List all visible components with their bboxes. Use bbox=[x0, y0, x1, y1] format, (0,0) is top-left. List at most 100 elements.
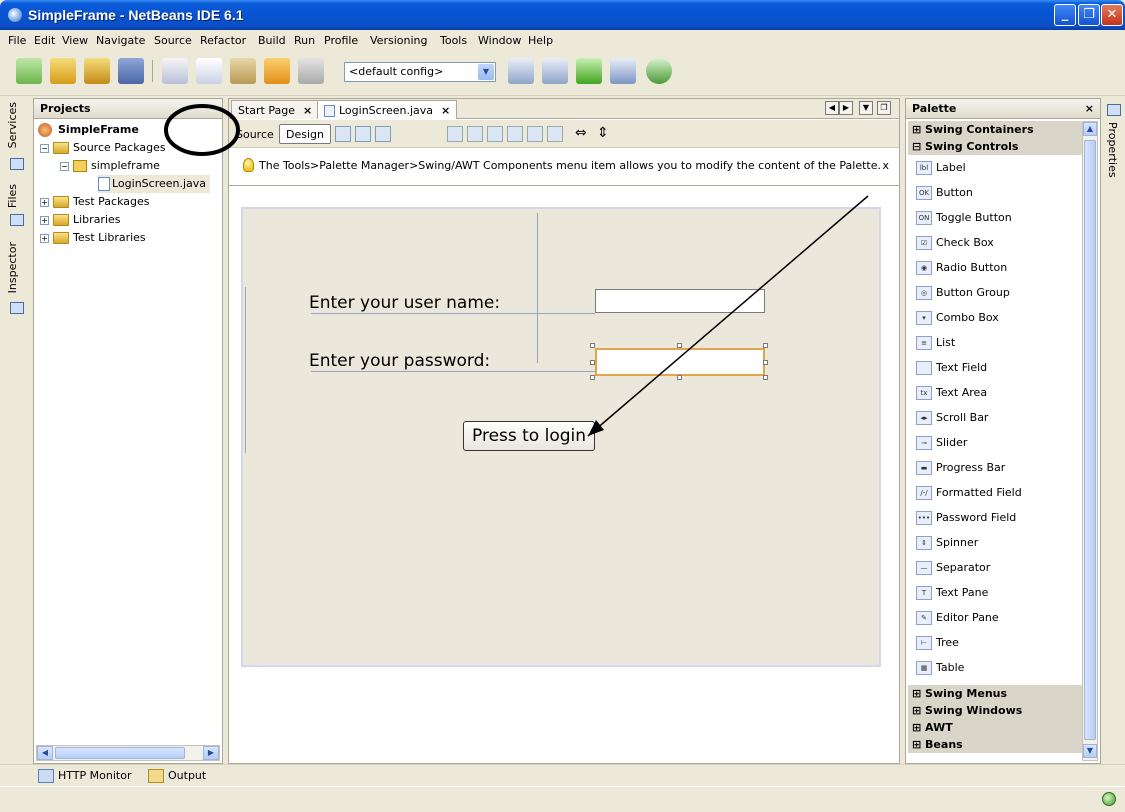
collapse-icon[interactable]: − bbox=[40, 143, 49, 153]
preview-design-icon[interactable] bbox=[375, 126, 391, 142]
source-view-button[interactable]: Source bbox=[229, 124, 281, 144]
tab-loginscreen[interactable]: LoginScreen.java × bbox=[317, 100, 458, 119]
scroll-left-icon[interactable]: ◀ bbox=[37, 746, 53, 760]
jframe-form[interactable]: Enter your user name: Enter your passwor… bbox=[241, 207, 881, 667]
align-right-icon[interactable] bbox=[467, 126, 483, 142]
resize-handle[interactable] bbox=[590, 375, 595, 380]
selection-mode-icon[interactable] bbox=[335, 126, 351, 142]
menu-help[interactable]: Help bbox=[528, 34, 553, 47]
new-file-icon[interactable] bbox=[16, 58, 42, 84]
profile-icon[interactable] bbox=[646, 58, 672, 84]
username-text-field[interactable] bbox=[595, 289, 765, 313]
scroll-right-icon[interactable]: ▶ bbox=[203, 746, 219, 760]
tree-file-loginscreen[interactable]: LoginScreen.java bbox=[98, 175, 211, 193]
open-project-icon[interactable] bbox=[84, 58, 110, 84]
tree-test-libraries[interactable]: + Test Libraries bbox=[40, 229, 146, 247]
palette-item-list[interactable]: ≡ List bbox=[916, 332, 955, 354]
restore-button[interactable]: ❐ bbox=[1078, 4, 1100, 26]
scroll-up-icon[interactable]: ▲ bbox=[1083, 122, 1097, 136]
tree-source-packages[interactable]: − Source Packages bbox=[40, 139, 166, 157]
chevron-down-icon[interactable]: ▼ bbox=[478, 64, 494, 80]
tree-test-packages[interactable]: + Test Packages bbox=[40, 193, 149, 211]
menu-navigate[interactable]: Navigate bbox=[96, 34, 145, 47]
login-button[interactable]: Press to login bbox=[463, 421, 596, 451]
palette-item-button-group[interactable]: ◎ Button Group bbox=[916, 282, 1010, 304]
scroll-down-icon[interactable]: ▼ bbox=[1083, 744, 1097, 758]
center-horizontally-icon[interactable] bbox=[487, 126, 503, 142]
clean-build-icon[interactable] bbox=[542, 58, 568, 84]
update-status-icon[interactable] bbox=[1102, 792, 1116, 806]
close-tab-icon[interactable]: × bbox=[303, 104, 312, 117]
resize-horizontal-icon[interactable]: ⇔ bbox=[575, 126, 591, 142]
palette-item-radio-button[interactable]: ◉ Radio Button bbox=[916, 257, 1007, 279]
design-view-button[interactable]: Design bbox=[279, 124, 331, 144]
palette-category-swing-containers[interactable]: ⊞ Swing Containers bbox=[908, 121, 1082, 138]
palette-item-spinner[interactable]: ⇕ Spinner bbox=[916, 532, 978, 554]
palette-category-swing-menus[interactable]: ⊞ Swing Menus bbox=[908, 685, 1082, 702]
center-vertically-icon[interactable] bbox=[547, 126, 563, 142]
resize-handle[interactable] bbox=[590, 343, 595, 348]
palette-category-beans[interactable]: ⊞ Beans bbox=[908, 736, 1082, 753]
horizontal-scrollbar[interactable]: ◀ ▶ bbox=[36, 745, 220, 761]
debug-icon[interactable] bbox=[610, 58, 636, 84]
palette-vertical-scrollbar[interactable]: ▲ ▼ bbox=[1082, 121, 1098, 761]
palette-item-password-field[interactable]: ••• Password Field bbox=[916, 507, 1016, 529]
palette-item-text-area[interactable]: tx Text Area bbox=[916, 382, 987, 404]
undo-icon[interactable] bbox=[264, 58, 290, 84]
palette-item-toggle-button[interactable]: ON Toggle Button bbox=[916, 207, 1012, 229]
minimize-button[interactable]: _ bbox=[1054, 4, 1076, 26]
resize-handle[interactable] bbox=[590, 360, 595, 365]
scroll-tabs-right-icon[interactable]: ▶ bbox=[839, 101, 853, 115]
tab-start-page[interactable]: Start Page × bbox=[231, 100, 320, 119]
files-tab[interactable]: Files bbox=[6, 184, 19, 208]
menu-file[interactable]: File bbox=[8, 34, 26, 47]
palette-item-editor-pane[interactable]: ✎ Editor Pane bbox=[916, 607, 999, 629]
maximize-window-icon[interactable]: ❐ bbox=[877, 101, 891, 115]
palette-category-swing-controls[interactable]: ⊟ Swing Controls bbox=[908, 138, 1082, 155]
inspector-tab[interactable]: Inspector bbox=[6, 242, 19, 293]
expand-icon[interactable]: + bbox=[40, 233, 49, 243]
close-tab-icon[interactable]: × bbox=[441, 104, 450, 117]
palette-item-table[interactable]: ▦ Table bbox=[916, 657, 964, 679]
close-button[interactable]: ✕ bbox=[1101, 4, 1123, 26]
close-hint-button[interactable]: x bbox=[882, 159, 889, 172]
palette-item-slider[interactable]: ⊸ Slider bbox=[916, 432, 967, 454]
save-all-icon[interactable] bbox=[118, 58, 144, 84]
tree-package-simpleframe[interactable]: − simpleframe bbox=[60, 157, 160, 175]
menu-refactor[interactable]: Refactor bbox=[200, 34, 246, 47]
inspector-icon[interactable] bbox=[10, 302, 24, 314]
close-palette-icon[interactable]: × bbox=[1085, 102, 1094, 115]
resize-handle[interactable] bbox=[763, 360, 768, 365]
menu-source[interactable]: Source bbox=[154, 34, 192, 47]
tree-root-simpleframe[interactable]: SimpleFrame bbox=[38, 121, 139, 139]
palette-item-check-box[interactable]: ☑ Check Box bbox=[916, 232, 994, 254]
menu-versioning[interactable]: Versioning bbox=[370, 34, 427, 47]
menu-edit[interactable]: Edit bbox=[34, 34, 55, 47]
connection-mode-icon[interactable] bbox=[355, 126, 371, 142]
paste-icon[interactable] bbox=[230, 58, 256, 84]
output-tab[interactable]: Output bbox=[148, 768, 206, 784]
palette-item-scroll-bar[interactable]: ◂▸ Scroll Bar bbox=[916, 407, 988, 429]
scroll-thumb[interactable] bbox=[1084, 140, 1096, 740]
align-bottom-icon[interactable] bbox=[527, 126, 543, 142]
resize-handle[interactable] bbox=[677, 343, 682, 348]
palette-item-separator[interactable]: — Separator bbox=[916, 557, 990, 579]
build-hammer-icon[interactable] bbox=[508, 58, 534, 84]
config-select[interactable]: <default config> ▼ bbox=[344, 62, 496, 82]
resize-vertical-icon[interactable]: ⇕ bbox=[597, 126, 613, 142]
palette-item-text-field[interactable]: Text Field bbox=[916, 357, 987, 379]
palette-item-text-pane[interactable]: T Text Pane bbox=[916, 582, 988, 604]
menu-profile[interactable]: Profile bbox=[324, 34, 358, 47]
palette-item-label[interactable]: lbl Label bbox=[916, 157, 966, 179]
palette-item-progress-bar[interactable]: ▬ Progress Bar bbox=[916, 457, 1005, 479]
palette-item-tree[interactable]: ⊢ Tree bbox=[916, 632, 959, 654]
align-left-icon[interactable] bbox=[447, 126, 463, 142]
palette-item-combo-box[interactable]: ▾ Combo Box bbox=[916, 307, 999, 329]
properties-tab[interactable]: Properties bbox=[1106, 122, 1119, 178]
new-project-icon[interactable] bbox=[50, 58, 76, 84]
password-text-field[interactable] bbox=[595, 348, 765, 376]
resize-handle[interactable] bbox=[763, 375, 768, 380]
files-icon[interactable] bbox=[10, 214, 24, 226]
tree-libraries[interactable]: + Libraries bbox=[40, 211, 121, 229]
scroll-tabs-left-icon[interactable]: ◀ bbox=[825, 101, 839, 115]
